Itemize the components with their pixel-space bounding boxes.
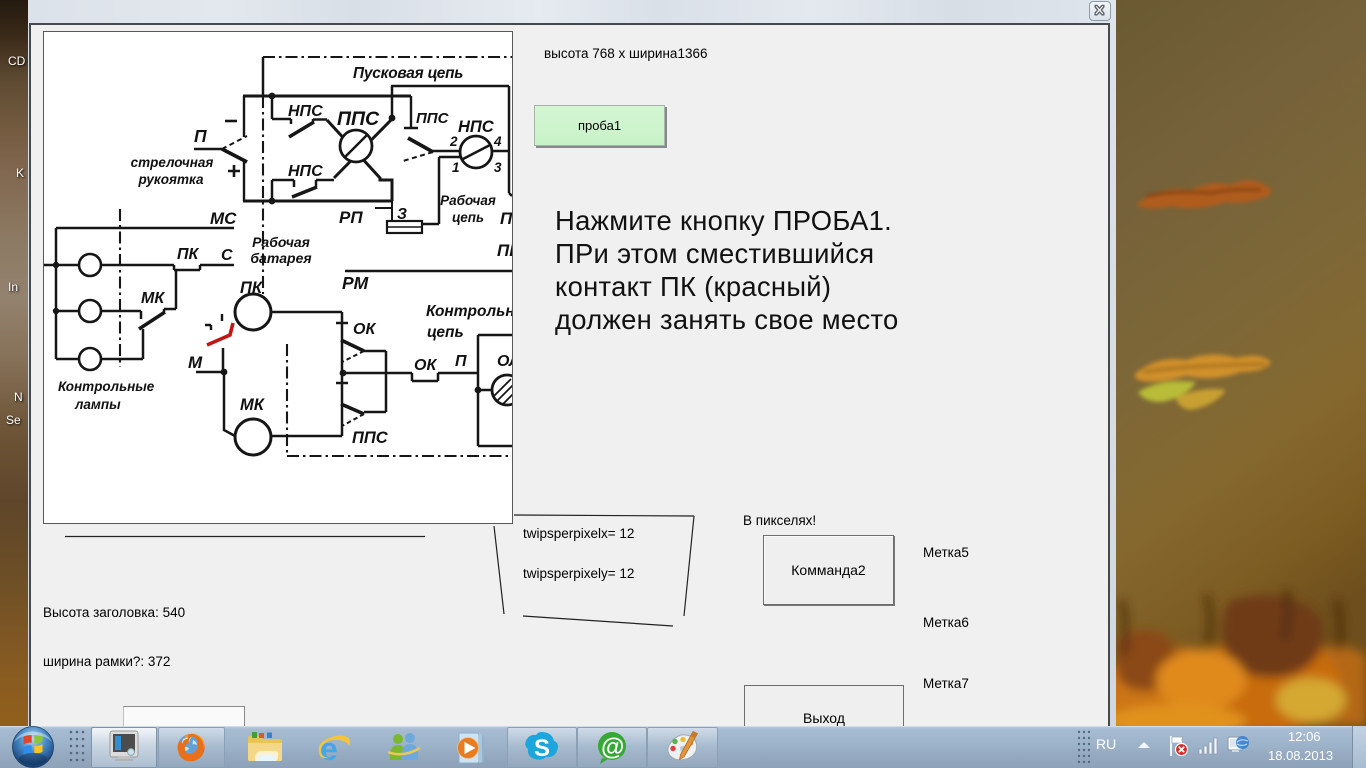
svg-text:@: @ <box>601 734 624 761</box>
svg-text:S: S <box>534 735 550 762</box>
